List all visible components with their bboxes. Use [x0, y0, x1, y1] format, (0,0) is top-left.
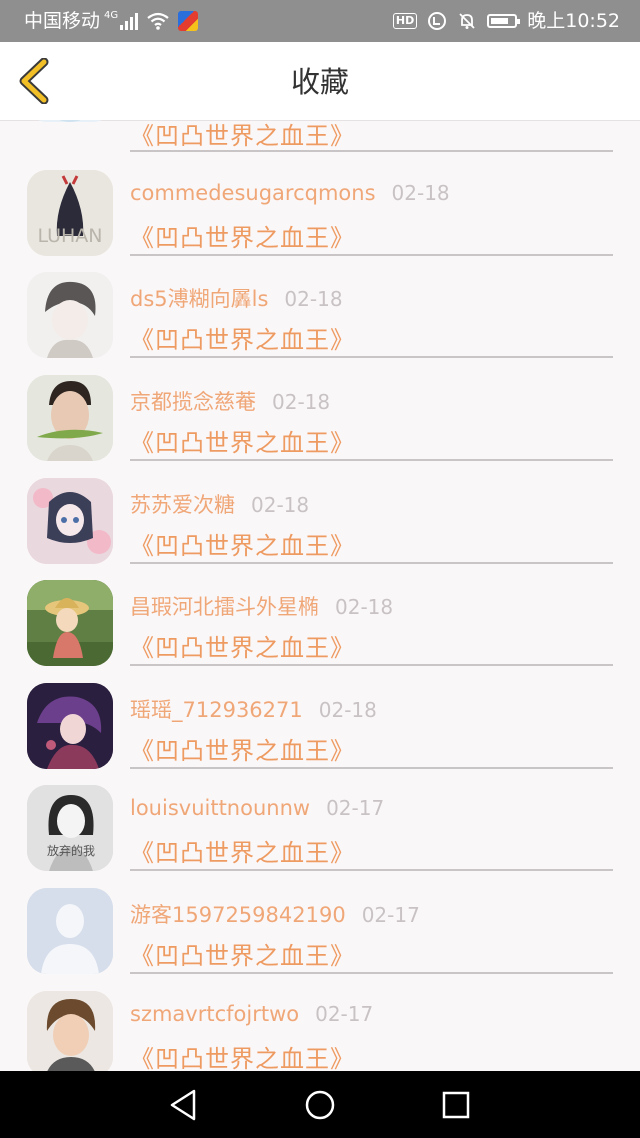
nav-home-button[interactable] [300, 1085, 340, 1125]
user-name[interactable]: szmavrtcfojrtwo [130, 1002, 299, 1026]
divider [130, 150, 613, 152]
signal-icon [120, 12, 139, 30]
user-name[interactable]: 京都揽念慈菴 [130, 390, 256, 414]
avatar-image [27, 683, 113, 769]
list-item[interactable]: 放弃的我 louisvuittnounnw 02-17 《凹凸世界之血王》 [0, 784, 640, 886]
date: 02-18 [272, 390, 331, 414]
user-name-line: ds5溥糊向羼ls 02-18 [130, 283, 343, 313]
date: 02-17 [361, 903, 420, 927]
avatar [27, 478, 113, 564]
list-item[interactable]: 瑶瑶_712936271 02-18 《凹凸世界之血王》 [0, 682, 640, 784]
work-title[interactable]: 《凹凸世界之血王》 [130, 628, 355, 663]
work-title[interactable]: 《凹凸世界之血王》 [130, 731, 355, 766]
favorites-list[interactable]: 《凹凸世界之血王》 LUHAN commedesugarcqmons 02-18 … [0, 120, 640, 1071]
avatar-image [27, 375, 113, 461]
divider [130, 254, 613, 256]
list-item[interactable]: szmavrtcfojrtwo 02-17 《凹凸世界之血王》 [0, 990, 640, 1071]
date: 02-18 [251, 493, 310, 517]
date: 02-18 [318, 698, 377, 722]
date: 02-17 [315, 1002, 374, 1026]
user-name-line: louisvuittnounnw 02-17 [130, 796, 384, 820]
nav-back-button[interactable] [164, 1085, 204, 1125]
avatar-image [27, 580, 113, 666]
avatar-image [59, 120, 81, 122]
list-item[interactable]: ds5溥糊向羼ls 02-18 《凹凸世界之血王》 [0, 271, 640, 373]
work-title[interactable]: 《凹凸世界之血王》 [130, 833, 355, 868]
list-item[interactable]: 昌瑕河北擂斗外星椭 02-18 《凹凸世界之血王》 [0, 579, 640, 681]
list-item[interactable]: 游客1597259842190 02-17 《凹凸世界之血王》 [0, 887, 640, 989]
avatar [27, 272, 113, 358]
clock: 晚上10:52 [527, 10, 620, 32]
work-title[interactable]: 《凹凸世界之血王》 [130, 423, 355, 458]
avatar-image [27, 991, 113, 1071]
work-title[interactable]: 《凹凸世界之血王》 [130, 1039, 355, 1071]
user-name-line: 京都揽念慈菴 02-18 [130, 386, 330, 416]
home-circle-icon [305, 1090, 335, 1120]
work-title[interactable]: 《凹凸世界之血王》 [130, 218, 355, 253]
list-item[interactable]: 《凹凸世界之血王》 [0, 120, 640, 152]
user-name-line: 瑶瑶_712936271 02-18 [130, 694, 377, 724]
list-item[interactable]: LUHAN commedesugarcqmons 02-18 《凹凸世界之血王》 [0, 169, 640, 271]
divider [130, 767, 613, 769]
user-name[interactable]: 游客1597259842190 [130, 903, 346, 927]
user-name[interactable]: commedesugarcqmons [130, 181, 376, 205]
work-title[interactable]: 《凹凸世界之血王》 [130, 526, 355, 561]
avatar-image: 放弃的我 [27, 785, 113, 871]
user-name[interactable]: 瑶瑶_712936271 [130, 698, 303, 722]
work-title[interactable]: 《凹凸世界之血王》 [130, 120, 355, 151]
divider [130, 972, 613, 974]
network-type: 4G [104, 10, 119, 21]
user-name[interactable]: 苏苏爱次糖 [130, 493, 235, 517]
avatar-image [27, 272, 113, 358]
list-item[interactable]: 京都揽念慈菴 02-18 《凹凸世界之血王》 [0, 374, 640, 476]
avatar: 放弃的我 [27, 785, 113, 871]
default-avatar-icon [27, 888, 113, 974]
user-name-line: 游客1597259842190 02-17 [130, 899, 420, 929]
page-header: 收藏 [0, 42, 640, 121]
user-name[interactable]: louisvuittnounnw [130, 796, 310, 820]
avatar [27, 580, 113, 666]
date: 02-18 [335, 595, 394, 619]
avatar [27, 375, 113, 461]
divider [130, 459, 613, 461]
avatar [27, 683, 113, 769]
avatar-image: LUHAN [27, 170, 113, 256]
list-item[interactable]: 苏苏爱次糖 02-18 《凹凸世界之血王》 [0, 477, 640, 579]
date: 02-18 [284, 287, 343, 311]
carrier-label: 中国移动 [24, 10, 101, 32]
avatar [27, 888, 113, 974]
data-saver-icon [428, 12, 447, 30]
avatar: LUHAN [27, 170, 113, 256]
status-bar: 中国移动 4G HD 晚上10:52 [0, 0, 640, 42]
avatar-watermark: LUHAN [37, 225, 102, 247]
user-name-line: commedesugarcqmons 02-18 [130, 181, 450, 205]
user-name-line: 苏苏爱次糖 02-18 [130, 489, 309, 519]
avatar-image [27, 478, 113, 564]
app-notification-icon [178, 11, 199, 31]
page-title: 收藏 [290, 65, 349, 99]
divider [130, 664, 613, 666]
work-title[interactable]: 《凹凸世界之血王》 [130, 320, 355, 355]
divider [130, 356, 613, 358]
user-name[interactable]: 昌瑕河北擂斗外星椭 [130, 595, 319, 619]
divider [130, 869, 613, 871]
user-name-line: szmavrtcfojrtwo 02-17 [130, 1002, 373, 1026]
battery-icon [487, 14, 521, 28]
work-title[interactable]: 《凹凸世界之血王》 [130, 936, 355, 971]
divider [130, 562, 613, 564]
avatar [27, 120, 113, 122]
avatar [27, 991, 113, 1071]
user-name[interactable]: ds5溥糊向羼ls [130, 287, 268, 311]
user-name-line: 昌瑕河北擂斗外星椭 02-18 [130, 591, 393, 621]
date: 02-18 [391, 181, 450, 205]
back-triangle-icon [170, 1089, 196, 1121]
avatar-watermark: 放弃的我 [47, 843, 95, 858]
date: 02-17 [326, 796, 385, 820]
hd-icon: HD [392, 13, 418, 29]
mute-bell-icon [459, 13, 475, 29]
system-nav-bar [0, 1071, 640, 1138]
recents-square-icon [442, 1091, 470, 1119]
wifi-icon [147, 12, 169, 30]
nav-recents-button[interactable] [436, 1085, 476, 1125]
